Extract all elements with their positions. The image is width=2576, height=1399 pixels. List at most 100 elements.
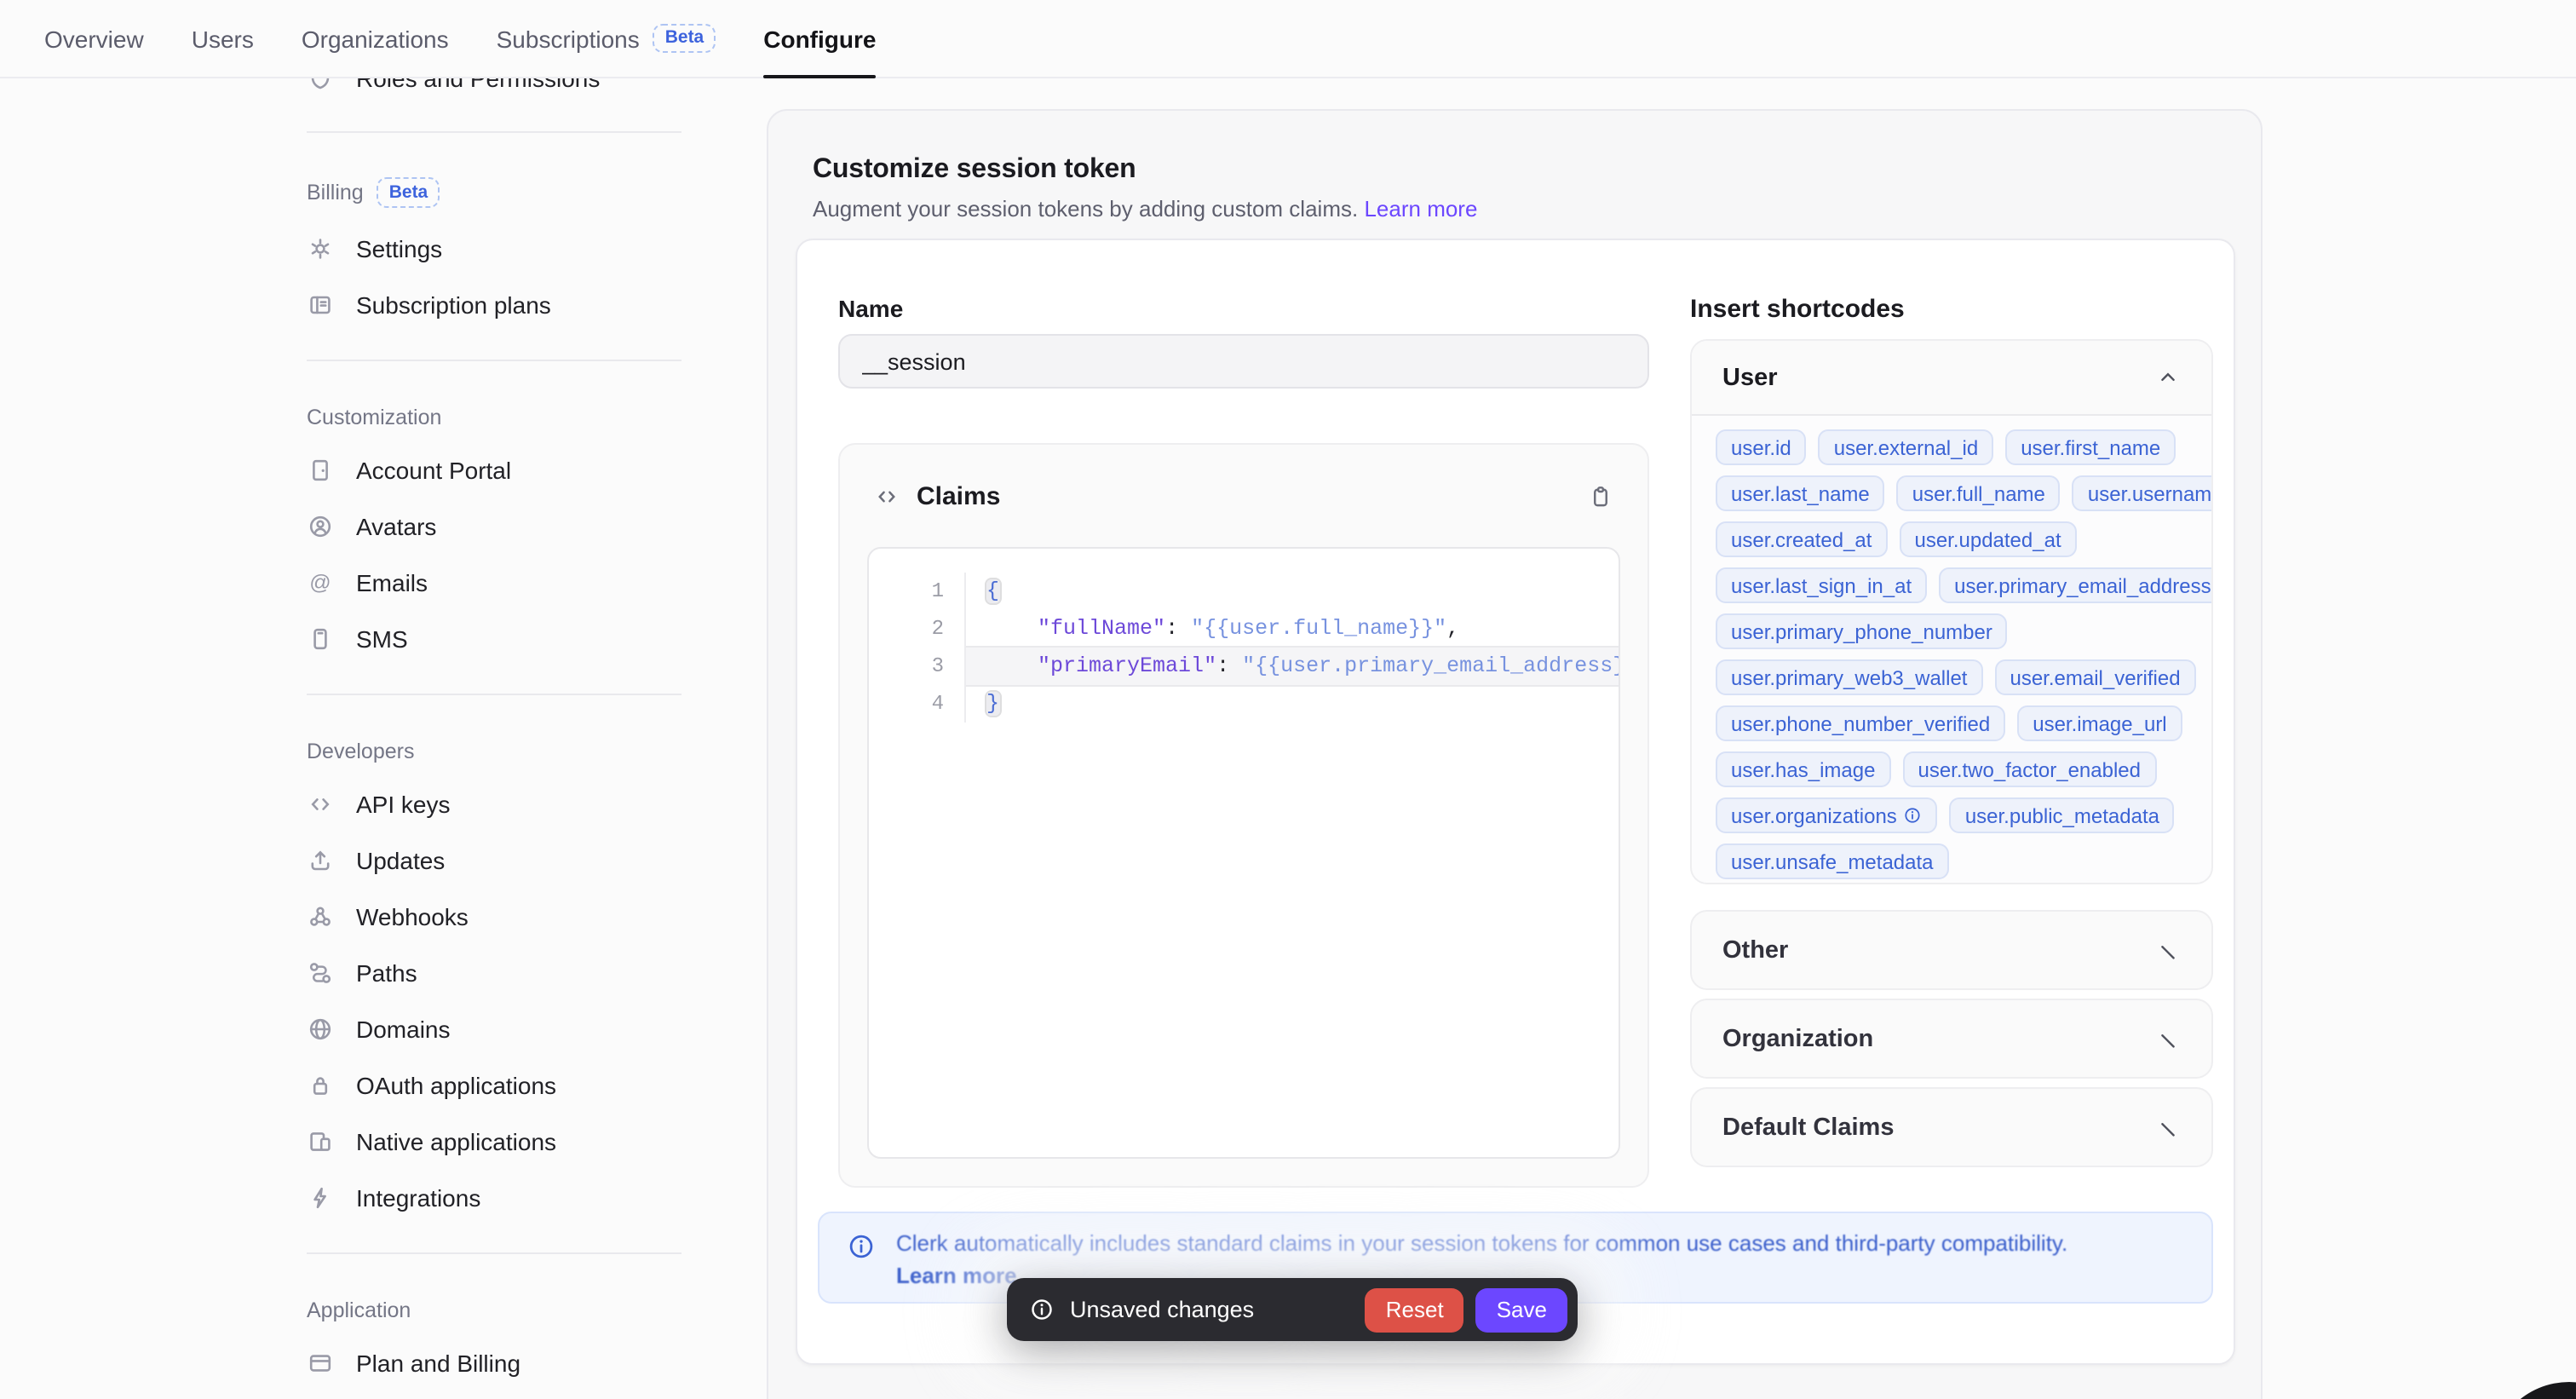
- sidebar-item-subscription-plans[interactable]: Subscription plans: [307, 277, 681, 333]
- sidebar-item-label: OAuth applications: [356, 1072, 556, 1099]
- code-line-content: "primaryEmail": "{{user.primary_email_ad…: [966, 648, 1619, 685]
- chip-row: user.organizations user.public_metadata: [1716, 797, 2188, 833]
- shortcode-chip-user-organizations[interactable]: user.organizations: [1716, 797, 1938, 833]
- chip-label: user.two_factor_enabled: [1918, 757, 2141, 781]
- sidebar-item-oauth-applications[interactable]: OAuth applications: [307, 1057, 681, 1114]
- nav-tab-subscriptions[interactable]: SubscriptionsBeta: [497, 0, 716, 77]
- shortcode-chip-user-email_verified[interactable]: user.email_verified: [1994, 659, 2195, 695]
- beta-badge: Beta: [377, 177, 440, 207]
- sidebar-item-settings[interactable]: Settings: [307, 1391, 681, 1399]
- chip-label: user.username: [2088, 481, 2213, 505]
- page: Overview Users Organizations SubscriptionsB…: [0, 0, 2576, 1399]
- shortcodes-section-organization[interactable]: Organization: [1690, 999, 2213, 1079]
- sidebar-item-updates[interactable]: Updates: [307, 832, 681, 889]
- name-label: Name: [838, 295, 903, 322]
- shortcode-chip-user-last_sign_in_at[interactable]: user.last_sign_in_at: [1716, 567, 1927, 603]
- chip-row: user.phone_number_verified user.image_url: [1716, 705, 2188, 741]
- name-input[interactable]: [838, 334, 1649, 389]
- svg-text:@: @: [309, 571, 331, 595]
- nav-tab-label: Organizations: [302, 25, 449, 52]
- info-icon: [1904, 806, 1923, 825]
- sidebar-item-settings[interactable]: Settings: [307, 221, 681, 277]
- code-token-plain: [986, 654, 1038, 678]
- shortcode-chip-user-primary_phone_number[interactable]: user.primary_phone_number: [1716, 613, 2008, 649]
- shortcodes-user-header[interactable]: User: [1692, 341, 2211, 416]
- reset-button[interactable]: Reset: [1366, 1287, 1464, 1332]
- shortcode-chip-user-username[interactable]: user.username: [2073, 475, 2213, 511]
- sidebar-item-sms[interactable]: SMS: [307, 611, 681, 667]
- banner-learn-more-link[interactable]: Learn more: [896, 1263, 1017, 1288]
- nav-tab-organizations[interactable]: Organizations: [302, 0, 449, 77]
- chip-row: user.primary_web3_wallet user.email_verif…: [1716, 659, 2188, 695]
- sidebar-item-label: Domains: [356, 1016, 451, 1043]
- sidebar-item-account-portal[interactable]: Account Portal: [307, 442, 681, 498]
- sidebar: Roles and PermissionsBillingBetaSettings…: [307, 0, 681, 1399]
- shortcode-chip-user-full_name[interactable]: user.full_name: [1897, 475, 2061, 511]
- sidebar-item-api-keys[interactable]: API keys: [307, 776, 681, 832]
- description-text: Augment your session tokens by adding cu…: [813, 196, 1358, 222]
- shortcode-chip-user-has_image[interactable]: user.has_image: [1716, 751, 1890, 787]
- code-token-plain: ,: [1446, 617, 1459, 641]
- code-token-plain: :: [1165, 617, 1191, 641]
- webhook-icon: [307, 903, 334, 930]
- sidebar-item-plan-and-billing[interactable]: Plan and Billing: [307, 1335, 681, 1391]
- chevron-down-icon: [2155, 937, 2181, 963]
- claims-title: Claims: [917, 481, 1571, 510]
- code-line-content: {: [966, 573, 1619, 610]
- shortcode-chip-user-phone_number_verified[interactable]: user.phone_number_verified: [1716, 705, 2005, 741]
- shortcodes-chip-list: user.id user.external_id user.first_nameus…: [1692, 416, 2211, 884]
- upload-icon: [307, 847, 334, 874]
- chip-label: user.has_image: [1731, 757, 1875, 781]
- claims-panel: Claims 1{2 "fullName": "{{user.full_name…: [838, 443, 1649, 1188]
- shortcode-chip-user-created_at[interactable]: user.created_at: [1716, 521, 1887, 557]
- sidebar-section-label: Application: [307, 1298, 681, 1321]
- save-button[interactable]: Save: [1476, 1287, 1567, 1332]
- shortcode-chip-user-two_factor_enabled[interactable]: user.two_factor_enabled: [1902, 751, 2156, 787]
- shortcode-chip-user-id[interactable]: user.id: [1716, 429, 1807, 465]
- shortcode-chip-user-last_name[interactable]: user.last_name: [1716, 475, 1885, 511]
- code-token-brace: }: [986, 692, 999, 716]
- nav-tab-configure[interactable]: Configure: [763, 0, 876, 77]
- at-icon: @: [307, 569, 334, 596]
- sidebar-item-integrations[interactable]: Integrations: [307, 1170, 681, 1226]
- sidebar-section-text: Application: [307, 1298, 411, 1321]
- shortcode-chip-user-image_url[interactable]: user.image_url: [2017, 705, 2182, 741]
- learn-more-link[interactable]: Learn more: [1364, 196, 1477, 222]
- copy-claims-button[interactable]: [1588, 483, 1613, 509]
- nav-tab-overview[interactable]: Overview: [44, 0, 144, 77]
- sidebar-item-native-applications[interactable]: Native applications: [307, 1114, 681, 1170]
- shortcode-chip-user-first_name[interactable]: user.first_name: [2005, 429, 2176, 465]
- shortcode-chip-user-external_id[interactable]: user.external_id: [1819, 429, 1993, 465]
- claims-header: Claims: [840, 445, 1647, 547]
- sidebar-item-avatars[interactable]: Avatars: [307, 498, 681, 555]
- line-number: 4: [869, 685, 966, 723]
- shortcode-chip-user-primary_email_address[interactable]: user.primary_email_address: [1939, 567, 2213, 603]
- code-line-content: "fullName": "{{user.full_name}}",: [966, 610, 1619, 648]
- shortcode-chip-user-public_metadata[interactable]: user.public_metadata: [1950, 797, 2175, 833]
- sidebar-item-emails[interactable]: @Emails: [307, 555, 681, 611]
- sidebar-section-label: Customization: [307, 405, 681, 429]
- shortcodes-user-label: User: [1722, 364, 1778, 391]
- shortcode-chip-user-updated_at[interactable]: user.updated_at: [1899, 521, 2076, 557]
- shortcode-chip-user-primary_web3_wallet[interactable]: user.primary_web3_wallet: [1716, 659, 1982, 695]
- shortcodes-section-other[interactable]: Other: [1690, 910, 2213, 990]
- sidebar-item-domains[interactable]: Domains: [307, 1001, 681, 1057]
- claims-code-editor[interactable]: 1{2 "fullName": "{{user.full_name}}",3 "…: [867, 547, 1620, 1159]
- sidebar-item-paths[interactable]: Paths: [307, 945, 681, 1001]
- chip-label: user.first_name: [2021, 435, 2160, 459]
- shortcodes-section-default-claims[interactable]: Default Claims: [1690, 1087, 2213, 1167]
- chevron-down-icon: [2155, 1114, 2181, 1140]
- chip-label: user.last_name: [1731, 481, 1870, 505]
- sidebar-item-webhooks[interactable]: Webhooks: [307, 889, 681, 945]
- chip-row: user.last_nameuser.full_nameuser.usernam…: [1716, 475, 2188, 511]
- nav-tab-users[interactable]: Users: [192, 0, 254, 77]
- chip-label: user.email_verified: [2010, 665, 2180, 689]
- shortcode-chip-user-unsafe_metadata[interactable]: user.unsafe_metadata: [1716, 843, 1949, 879]
- sidebar-item-label: Account Portal: [356, 457, 511, 484]
- help-bubble-button[interactable]: [2491, 1382, 2576, 1399]
- chip-label: user.organizations: [1731, 803, 1897, 827]
- sidebar-section-label: BillingBeta: [307, 177, 681, 207]
- code-line-content: }: [966, 685, 1619, 723]
- chip-label: user.unsafe_metadata: [1731, 849, 1934, 873]
- shortcodes-user-panel: User user.id user.external_id user.first_n…: [1690, 339, 2213, 884]
